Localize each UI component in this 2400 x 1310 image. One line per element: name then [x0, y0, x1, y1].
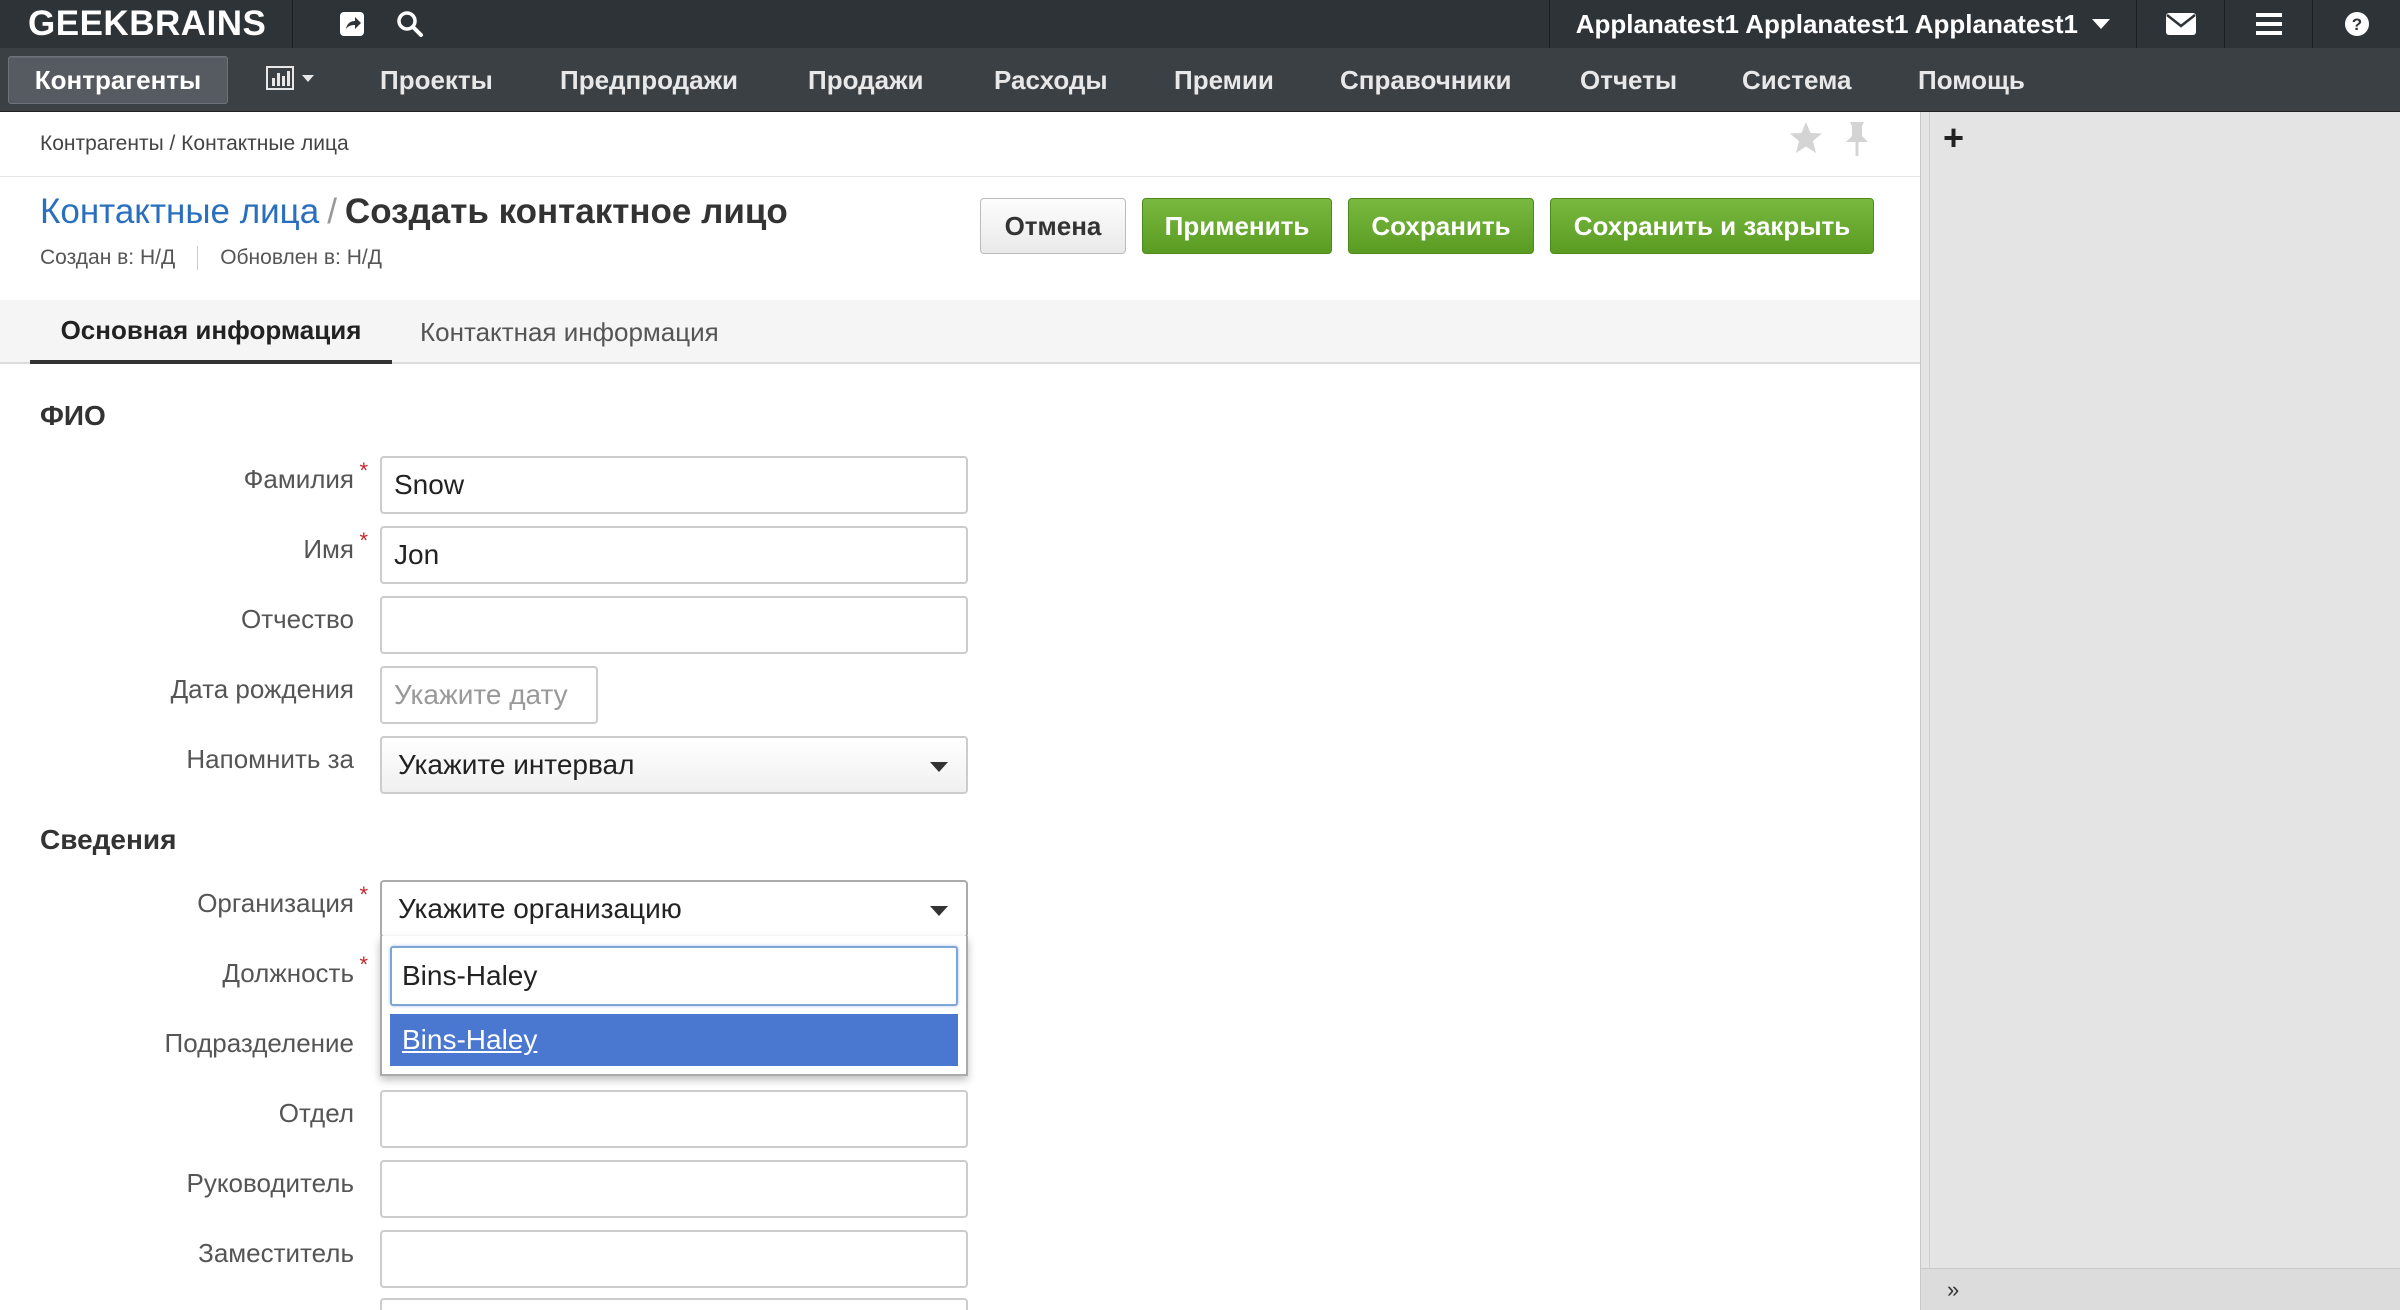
- record-meta: Создан в: Н/Д Обновлен в: Н/Д: [40, 246, 382, 270]
- save-and-close-button[interactable]: Сохранить и закрыть: [1550, 198, 1874, 254]
- top-bar: GEEKBRAINS Applanatest1 Applanatest1 App…: [0, 0, 2400, 48]
- nav-item-contractors[interactable]: Контрагенты: [8, 56, 228, 104]
- updated-at: Обновлен в: Н/Д: [220, 246, 382, 269]
- right-sidebar: + »: [1920, 112, 2400, 1310]
- divider: [1929, 112, 1930, 1268]
- hamburger-icon: [2255, 13, 2282, 35]
- chevron-down-icon: [302, 74, 314, 82]
- cancel-button[interactable]: Отмена: [980, 198, 1126, 254]
- breadcrumb[interactable]: Контрагенты / Контактные лица: [40, 132, 349, 156]
- deputy-label: Заместитель: [198, 1238, 354, 1268]
- section-title-fio: ФИО: [40, 400, 106, 431]
- dropdown-option[interactable]: Bins-Haley: [390, 1014, 958, 1066]
- sidebar-footer: »: [1921, 1268, 2400, 1310]
- label-text: Имя: [303, 534, 354, 564]
- middle-name-label: Отчество: [240, 604, 354, 634]
- top-right-controls: Applanatest1 Applanatest1 Applanatest1 ?: [1548, 0, 2400, 48]
- star-icon[interactable]: [1788, 120, 1824, 156]
- nav-item-bonuses[interactable]: Премии: [1174, 48, 1274, 112]
- chevron-down-icon: [930, 762, 948, 772]
- first-name-input[interactable]: Jon: [380, 526, 968, 584]
- label-text: Организация: [197, 888, 354, 918]
- plus-icon[interactable]: +: [1943, 120, 1964, 156]
- required-marker: *: [359, 528, 368, 553]
- app-logo[interactable]: GEEKBRAINS: [28, 4, 266, 44]
- divider: [292, 0, 293, 48]
- page-actions: [1788, 120, 1872, 160]
- tab-contact-info[interactable]: Контактная информация: [420, 300, 719, 364]
- apply-button[interactable]: Применить: [1142, 198, 1332, 254]
- nav-item-system[interactable]: Система: [1742, 48, 1851, 112]
- label-text: Должность: [222, 958, 354, 988]
- user-menu[interactable]: Applanatest1 Applanatest1 Applanatest1: [1548, 0, 2136, 48]
- nav-item-presales[interactable]: Предпродажи: [560, 48, 738, 112]
- remind-interval-select[interactable]: Укажите интервал: [380, 736, 968, 794]
- nav-item-references[interactable]: Справочники: [1340, 48, 1511, 112]
- dropdown-search-input[interactable]: Bins-Haley: [390, 946, 958, 1006]
- organization-label: Организация *: [24, 882, 368, 919]
- title-text: Создать контактное лицо: [344, 192, 788, 231]
- birth-date-input[interactable]: Укажите дату: [380, 666, 598, 724]
- deputy-input[interactable]: [380, 1230, 968, 1288]
- last-name-input[interactable]: Snow: [380, 456, 968, 514]
- nav-item-reports[interactable]: Отчеты: [1580, 48, 1677, 112]
- page-title: Контактные лица / Создать контактное лицо: [40, 192, 788, 232]
- tab-main-info[interactable]: Основная информация: [30, 300, 392, 364]
- subdivision-label: Подразделение: [164, 1028, 354, 1058]
- last-name-label: Фамилия *: [24, 458, 368, 495]
- organization-select[interactable]: Укажите организацию: [380, 880, 968, 938]
- user-name: Applanatest1 Applanatest1 Applanatest1: [1575, 8, 2078, 39]
- menu-button[interactable]: [2224, 0, 2312, 48]
- main-nav: Контрагенты Проекты Предпродажи Продажи …: [0, 48, 2400, 112]
- select-value: Укажите интервал: [398, 749, 635, 780]
- question-icon: ?: [2344, 12, 2369, 36]
- chevron-down-icon: [930, 906, 948, 916]
- required-marker: *: [359, 458, 368, 483]
- title-link[interactable]: Контактные лица: [40, 192, 319, 231]
- divider: [197, 246, 199, 270]
- title-separator: /: [327, 192, 337, 231]
- nav-item-expenses[interactable]: Расходы: [994, 48, 1108, 112]
- mail-button[interactable]: [2136, 0, 2224, 48]
- birth-date-label: Дата рождения: [170, 674, 354, 704]
- double-chevron-right-icon[interactable]: »: [1947, 1277, 1959, 1303]
- chevron-down-icon: [2092, 19, 2110, 29]
- pin-icon[interactable]: [1842, 120, 1872, 160]
- required-marker: *: [359, 952, 368, 977]
- select-value: Укажите организацию: [398, 893, 682, 924]
- created-at: Создан в: Н/Д: [40, 246, 176, 269]
- organization-dropdown: Bins-Haley Bins-Haley: [380, 936, 968, 1076]
- middle-name-input[interactable]: [380, 596, 968, 654]
- manager-input[interactable]: [380, 1160, 968, 1218]
- required-marker: *: [359, 882, 368, 907]
- nav-item-sales[interactable]: Продажи: [808, 48, 924, 112]
- svg-text:?: ?: [2351, 15, 2361, 34]
- search-icon[interactable]: [392, 6, 428, 42]
- manager-label: Руководитель: [186, 1168, 354, 1198]
- nav-item-help[interactable]: Помощь: [1918, 48, 2025, 112]
- nav-dashboard-menu[interactable]: [266, 66, 314, 90]
- section-title-info: Сведения: [40, 824, 177, 855]
- save-button[interactable]: Сохранить: [1348, 198, 1534, 254]
- nav-item-projects[interactable]: Проекты: [380, 48, 493, 112]
- department-label: Отдел: [278, 1098, 354, 1128]
- label-text: Фамилия: [243, 464, 354, 494]
- position-label: Должность *: [24, 952, 368, 989]
- remind-label: Напомнить за: [186, 744, 354, 774]
- envelope-icon: [2165, 13, 2196, 35]
- bar-chart-icon: [266, 66, 294, 90]
- next-field-input[interactable]: [380, 1298, 968, 1310]
- first-name-label: Имя *: [24, 528, 368, 565]
- form-tabs: Основная информация Контактная информаци…: [0, 300, 1920, 364]
- divider: [0, 176, 1920, 177]
- share-icon[interactable]: [334, 6, 370, 42]
- department-input[interactable]: [380, 1090, 968, 1148]
- help-button[interactable]: ?: [2312, 0, 2400, 48]
